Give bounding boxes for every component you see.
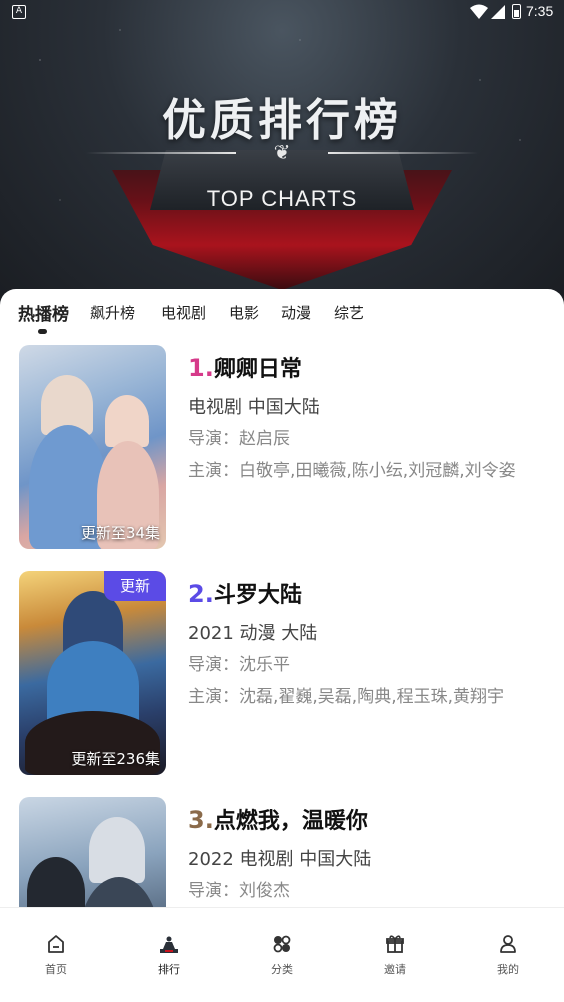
director-name: 刘俊杰	[239, 881, 290, 901]
title-text: 卿卿日常	[213, 357, 302, 382]
nav-invite[interactable]: 邀请	[355, 934, 435, 977]
rank-number: 1.	[188, 354, 214, 382]
clock: 7:35	[526, 3, 554, 19]
poster-image[interactable]: 更新 更新至236集	[19, 571, 166, 775]
title-text: 点燃我，温暖你	[213, 809, 368, 834]
update-badge: 更新	[104, 571, 166, 601]
battery-icon	[512, 4, 521, 19]
nav-label: 排行	[158, 963, 180, 976]
gift-icon	[386, 935, 404, 953]
director-line: 导演：刘俊杰	[188, 877, 544, 906]
cast-line: 主演：沈磊,翟巍,吴磊,陶典,程玉珠,黄翔宇	[188, 683, 544, 712]
wifi-icon	[470, 4, 488, 19]
category-icon	[273, 935, 291, 953]
list-item[interactable]: 更新至34集 1.卿卿日常 电视剧 中国大陆 导演：赵启辰 主演：白敬亭,田曦薇…	[0, 345, 564, 555]
bottom-nav: 首页 排行 分类 邀请 我的	[0, 907, 564, 1002]
user-icon	[500, 935, 516, 953]
tab-hot[interactable]: 热播榜	[18, 300, 69, 325]
tab-tv-series[interactable]: 电视剧	[161, 302, 206, 323]
list-item[interactable]: 更新 更新至236集 2.斗罗大陆 2021 动漫 大陆 导演：沈乐平 主演：沈…	[0, 571, 564, 781]
poster-image[interactable]: 更新至34集	[19, 345, 166, 549]
nav-category[interactable]: 分类	[242, 934, 322, 977]
cast-label: 主演：	[188, 461, 239, 481]
banner-divider-left	[86, 152, 236, 154]
nav-home[interactable]: 首页	[16, 934, 96, 977]
director-name: 沈乐平	[239, 655, 290, 675]
rank-number: 2.	[188, 580, 214, 608]
banner-ornament-icon: ❦	[273, 140, 291, 164]
director-line: 导演：赵启辰	[188, 425, 544, 454]
banner-title: 优质排行榜	[162, 95, 402, 146]
cast-line: 主演：白敬亭,田曦薇,陈小纭,刘冠麟,刘令姿	[188, 457, 544, 486]
cast-names: 沈磊,翟巍,吴磊,陶典,程玉珠,黄翔宇	[239, 687, 505, 707]
title-text: 斗罗大陆	[213, 583, 302, 608]
ranking-icon	[160, 936, 178, 953]
item-meta: 2022 电视剧 中国大陆	[188, 849, 372, 870]
cast-names: 白敬亭,田曦薇,陈小纭,刘冠麟,刘令姿	[239, 461, 516, 481]
top-charts-banner: 优质排行榜 ❦ TOP CHARTS	[0, 0, 564, 310]
item-title[interactable]: 2.斗罗大陆	[188, 577, 302, 609]
status-bar: A 7:35	[0, 0, 564, 26]
director-name: 赵启辰	[239, 429, 290, 449]
cast-label: 主演：	[188, 687, 239, 707]
banner-divider-right	[328, 152, 478, 154]
ranking-sheet: 热播榜 飙升榜 电视剧 电影 动漫 综艺 更新至34集 1.卿卿日常 电视剧 中…	[0, 289, 564, 1001]
item-meta: 电视剧 中国大陆	[188, 397, 320, 418]
home-icon	[48, 935, 64, 953]
nav-label: 邀请	[384, 963, 406, 976]
notification-icon: A	[12, 5, 26, 19]
episode-count: 更新至34集	[80, 524, 160, 542]
signal-icon	[491, 5, 505, 19]
episode-count: 更新至236集	[71, 750, 160, 768]
tab-variety[interactable]: 综艺	[334, 302, 364, 323]
tab-movie[interactable]: 电影	[229, 302, 259, 323]
tab-anime[interactable]: 动漫	[281, 302, 311, 323]
nav-label: 分类	[271, 963, 293, 976]
nav-label: 我的	[497, 963, 519, 976]
item-meta: 2021 动漫 大陆	[188, 623, 318, 644]
tab-rising[interactable]: 飙升榜	[90, 302, 135, 323]
director-label: 导演：	[188, 429, 239, 449]
rank-number: 3.	[188, 806, 214, 834]
item-title[interactable]: 1.卿卿日常	[188, 351, 302, 383]
director-label: 导演：	[188, 881, 239, 901]
item-title[interactable]: 3.点燃我，温暖你	[188, 803, 368, 835]
director-label: 导演：	[188, 655, 239, 675]
director-line: 导演：沈乐平	[188, 651, 544, 680]
nav-profile[interactable]: 我的	[468, 934, 548, 977]
banner-subtitle: TOP CHARTS	[206, 186, 358, 211]
nav-label: 首页	[45, 963, 67, 976]
ranking-tabs: 热播榜 飙升榜 电视剧 电影 动漫 综艺	[0, 289, 564, 337]
active-tab-indicator	[38, 329, 47, 334]
nav-ranking[interactable]: 排行	[129, 934, 209, 977]
